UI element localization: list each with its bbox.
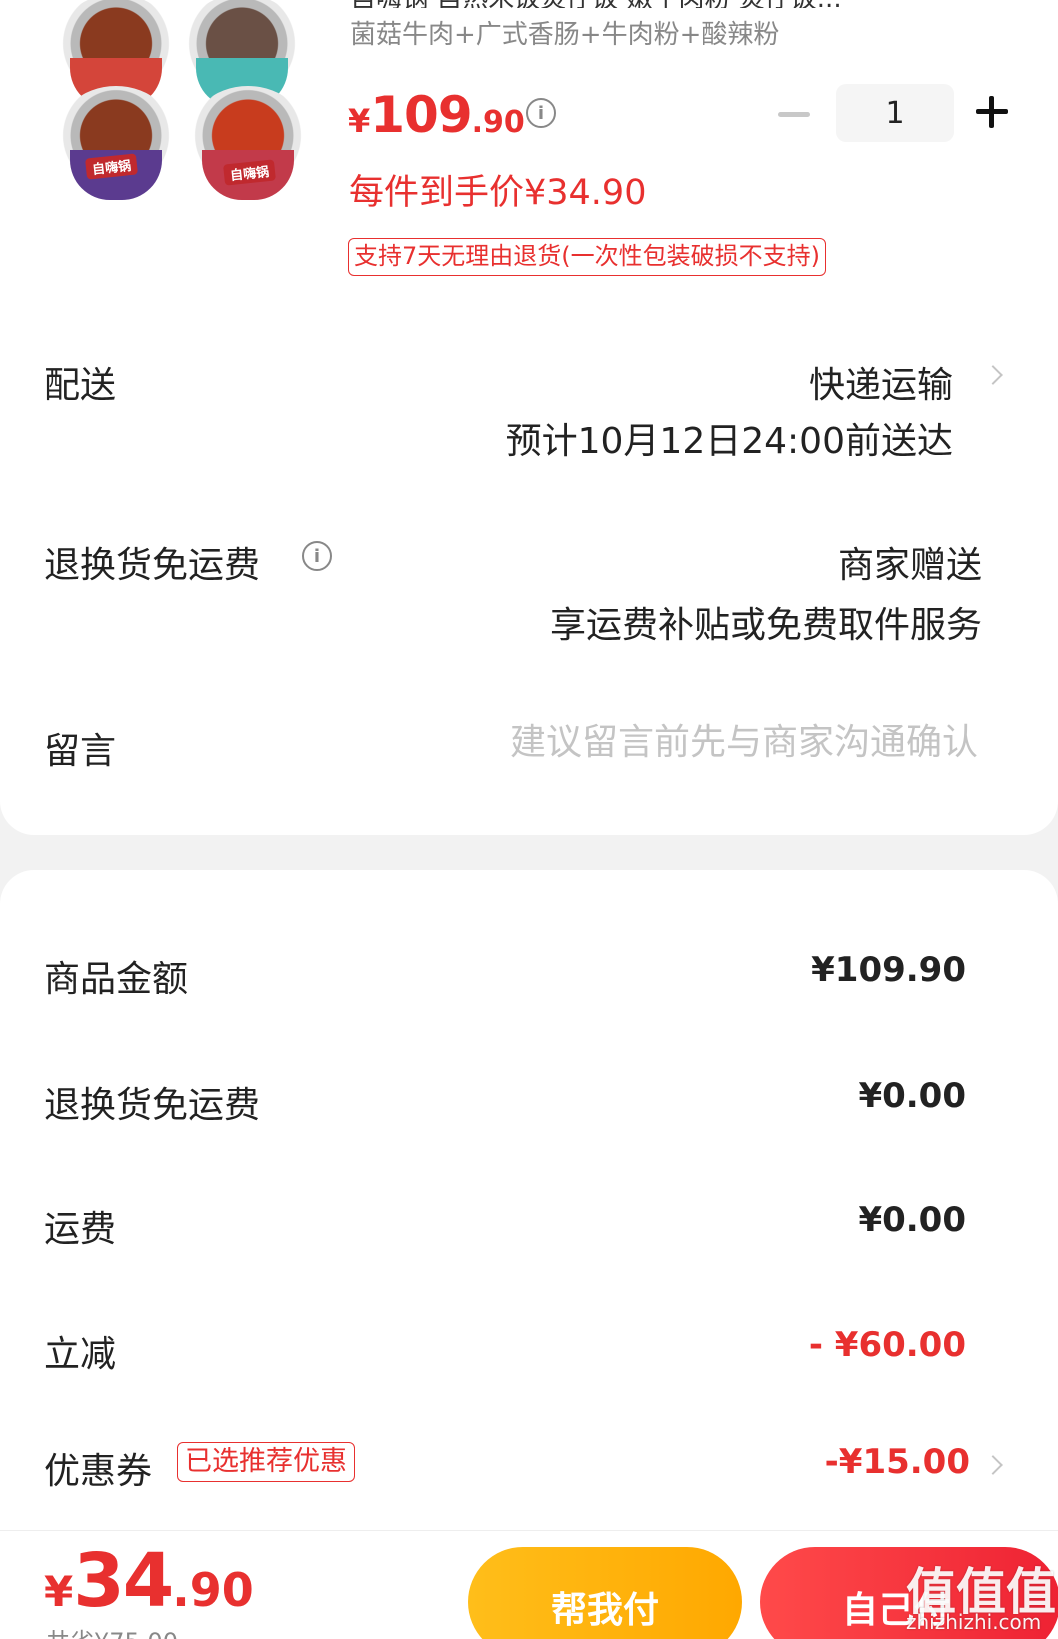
message-label: 留言: [44, 731, 117, 772]
minus-icon[interactable]: [778, 112, 810, 117]
discount-label: 立减: [44, 1334, 117, 1375]
saved-amount: 共省¥75.00: [46, 1622, 178, 1639]
shipping-fee-label: 运费: [44, 1209, 117, 1250]
total-price: ¥34.90: [44, 1538, 254, 1624]
delivery-eta: 预计10月12日24:00前送达: [505, 421, 953, 462]
product-image[interactable]: 自嗨锅 自嗨锅: [44, 0, 314, 224]
total-decimal: .90: [172, 1563, 254, 1617]
quantity-input[interactable]: 1: [836, 84, 954, 142]
chevron-right-icon[interactable]: [983, 365, 1003, 385]
return-shipping-value: 商家赠送: [837, 545, 982, 586]
discount-value: - ¥60.00: [808, 1325, 966, 1365]
product-bowl: 自嗨锅: [184, 86, 312, 204]
total-currency: ¥: [44, 1567, 74, 1616]
price-decimal: .90: [471, 105, 525, 140]
delivery-method[interactable]: 快递运输: [809, 356, 953, 408]
goods-amount-label: 商品金额: [44, 959, 189, 1000]
price-currency: ¥: [348, 102, 371, 140]
price-integer: 109: [370, 86, 472, 144]
return-policy-tag: 支持7天无理由退货(一次性包装破损不支持): [348, 238, 826, 276]
coupon-value[interactable]: -¥15.00: [825, 1442, 970, 1482]
return-shipping-label: 退换货免运费: [44, 545, 261, 586]
product-bowl: 自嗨锅: [52, 86, 180, 204]
help-pay-button[interactable]: 帮我付: [468, 1547, 742, 1639]
goods-amount-value: ¥109.90: [811, 950, 966, 990]
total-integer: 34: [73, 1538, 174, 1624]
product-title: 自嗨锅 自热米饭煲仔饭 嫩牛肉粉 煲仔饭...: [350, 0, 1000, 8]
message-input[interactable]: [438, 716, 978, 768]
per-item-price: 每件到手价¥34.90: [349, 173, 647, 213]
plus-icon[interactable]: [976, 96, 1008, 128]
info-icon[interactable]: i: [526, 98, 556, 128]
product-sku[interactable]: 菌菇牛肉+广式香肠+牛肉粉+酸辣粉: [350, 14, 779, 51]
info-icon[interactable]: i: [302, 541, 332, 571]
delivery-label: 配送: [44, 365, 117, 406]
coupon-label[interactable]: 优惠券: [44, 1442, 152, 1494]
return-fee-value: ¥0.00: [858, 1076, 966, 1116]
self-pay-button[interactable]: 自己付: [760, 1547, 1058, 1639]
coupon-recommend-tag[interactable]: 已选推荐优惠: [177, 1442, 355, 1482]
return-shipping-description: 享运费补贴或免费取件服务: [549, 605, 982, 646]
order-card: 自嗨锅 自嗨锅 自嗨锅 自热米饭煲仔饭 嫩牛肉粉 煲仔饭... 菌菇牛肉+广式香…: [0, 0, 1058, 835]
product-price: ¥109.90: [348, 86, 525, 144]
shipping-fee-value: ¥0.00: [858, 1200, 966, 1240]
return-fee-label: 退换货免运费: [44, 1085, 261, 1126]
order-confirm-page: 自嗨锅 自嗨锅 自嗨锅 自热米饭煲仔饭 嫩牛肉粉 煲仔饭... 菌菇牛肉+广式香…: [0, 0, 1058, 1639]
